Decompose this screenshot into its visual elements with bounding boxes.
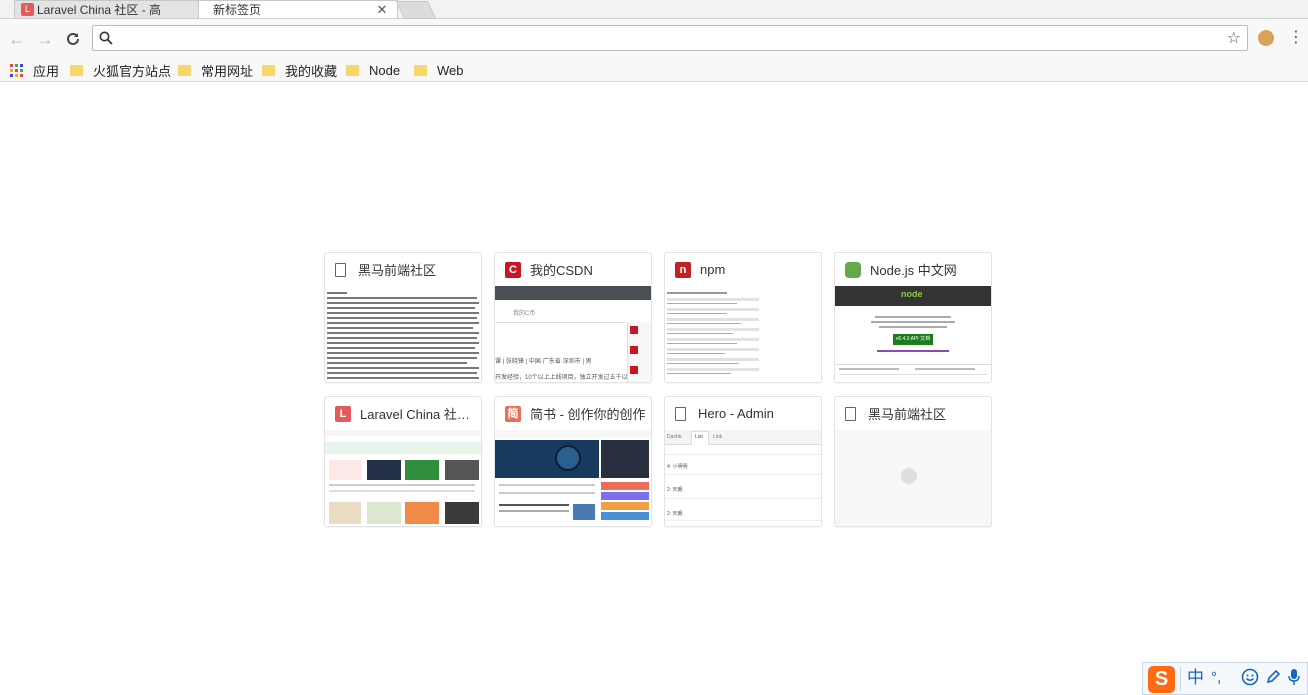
bookmark-folder[interactable]: Web	[414, 61, 464, 79]
emoji-icon[interactable]	[1241, 668, 1259, 691]
bookmark-label: 我的收藏	[285, 63, 338, 79]
tile-header: n npm	[665, 253, 821, 286]
folder-icon	[262, 64, 275, 76]
tile-title: 黑马前端社区	[358, 263, 437, 278]
folder-icon	[414, 64, 427, 76]
tab-new-tab[interactable]: 新标签页 ✕	[198, 0, 398, 18]
tile-thumbnail	[835, 430, 991, 526]
bookmark-folder[interactable]: 火狐官方站点	[70, 61, 171, 79]
toolbar: ← → ☆ ⋮	[0, 19, 1308, 59]
thumb-text: 开发经验，10个以上上线项目，独立开发过五千以上的	[495, 375, 640, 381]
nodejs-icon	[845, 261, 861, 278]
tab-strip: L Laravel China 社区 - 高 新标签页 ✕	[0, 0, 1308, 19]
bookmark-apps[interactable]: 应用	[10, 61, 59, 79]
ime-punctuation-toggle[interactable]: °,	[1211, 668, 1221, 688]
tile-header: 黑马前端社区	[325, 253, 481, 286]
bookmark-folder[interactable]: 常用网址	[178, 61, 253, 79]
bookmark-label: 常用网址	[201, 63, 254, 79]
pen-icon[interactable]	[1265, 668, 1281, 691]
tile-thumbnail: node v6.4.0 API 文档	[835, 286, 991, 382]
jianshu-icon: 简	[505, 405, 521, 422]
tile-thumbnail: Dashb List Link 4: 小明明 2: 天朗 2: 天朗	[665, 430, 821, 526]
tile-header: 黑马前端社区	[835, 397, 991, 430]
api-doc-button: v6.4.0 API 文档	[893, 334, 933, 345]
tile-title: 简书 - 创作你的创作	[530, 407, 646, 422]
most-visited-tile[interactable]: L Laravel China 社区 ...	[325, 397, 481, 526]
tab-title: 新标签页	[213, 3, 262, 17]
tile-thumbnail	[325, 430, 481, 526]
tile-thumbnail: 我的C币 课 | 张晓锋 | 中国·广东省·深圳市 | 男 开发经验，10个以上…	[495, 286, 651, 382]
folder-icon	[178, 64, 191, 76]
bookmark-folder[interactable]: Node	[346, 61, 400, 79]
tile-title: 我的CSDN	[530, 263, 593, 278]
tile-header: C 我的CSDN	[495, 253, 651, 286]
code-thumbnail	[327, 292, 479, 379]
npm-thumbnail	[667, 292, 759, 374]
node-logo: node	[901, 289, 923, 299]
mic-icon[interactable]	[1287, 668, 1301, 691]
loading-icon	[901, 468, 917, 484]
menu-icon[interactable]: ⋮	[1288, 29, 1304, 47]
folder-icon	[70, 64, 83, 76]
most-visited-tile[interactable]: C 我的CSDN 我的C币 课 | 张晓锋 | 中国·广东省·深圳市 | 男 开…	[495, 253, 651, 382]
bookmark-label: Web	[437, 62, 464, 78]
tab-laravel[interactable]: L Laravel China 社区 - 高	[14, 0, 204, 18]
most-visited-tile[interactable]: n npm	[665, 253, 821, 382]
tile-title: Laravel China 社区 ...	[360, 407, 481, 422]
tile-title: Node.js 中文网	[870, 263, 957, 278]
bookmark-label: 应用	[33, 63, 60, 79]
thumb-text: 课 | 张晓锋 | 中国·广东省·深圳市 | 男	[495, 359, 592, 365]
ime-language-toggle[interactable]: 中	[1187, 668, 1204, 688]
bookmarks-bar: 应用 火狐官方站点 常用网址 我的收藏 Node Web	[0, 59, 1308, 82]
tile-header: Node.js 中文网	[835, 253, 991, 286]
npm-icon: n	[675, 261, 691, 278]
thumb-text: 2: 天朗	[667, 511, 683, 517]
thumb-text: 4: 小明明	[667, 464, 688, 470]
tile-header: 简 简书 - 创作你的创作	[495, 397, 651, 430]
sogou-logo-icon[interactable]: S	[1148, 666, 1175, 693]
folder-icon	[346, 64, 359, 76]
most-visited-tile[interactable]: 黑马前端社区	[325, 253, 481, 382]
address-input[interactable]	[121, 29, 1225, 49]
ime-toolbar: S 中 °,	[1142, 662, 1308, 695]
arrow-left-icon[interactable]: ←	[6, 28, 28, 50]
arrow-right-icon[interactable]: →	[34, 28, 56, 50]
laravel-icon: L	[21, 3, 34, 16]
tile-thumbnail	[495, 430, 651, 526]
new-tab-button[interactable]	[395, 1, 437, 19]
page-icon	[335, 262, 346, 277]
tile-header: Hero - Admin	[665, 397, 821, 430]
bookmark-folder[interactable]: 我的收藏	[262, 61, 337, 79]
tile-header: L Laravel China 社区 ...	[325, 397, 481, 430]
thumb-text: Dashb	[667, 434, 682, 440]
close-icon[interactable]: ✕	[375, 2, 389, 18]
laravel-icon: L	[335, 405, 351, 422]
apps-icon	[10, 63, 23, 77]
tile-thumbnail	[665, 286, 821, 382]
most-visited-tile[interactable]: Hero - Admin Dashb List Link 4: 小明明 2: 天…	[665, 397, 821, 526]
tile-title: Hero - Admin	[698, 406, 774, 421]
bookmark-label: 火狐官方站点	[93, 63, 172, 79]
thumb-text: 我的C币	[513, 311, 536, 317]
address-bar[interactable]: ☆	[92, 25, 1248, 51]
reload-icon[interactable]	[62, 28, 84, 50]
most-visited-tile[interactable]: Node.js 中文网 node v6.4.0 API 文档	[835, 253, 991, 382]
most-visited-tile[interactable]: 黑马前端社区	[835, 397, 991, 526]
tile-thumbnail	[325, 286, 481, 382]
thumb-text: Link	[713, 434, 723, 440]
tile-title: 黑马前端社区	[868, 407, 947, 422]
page-icon	[845, 406, 856, 421]
thumb-text: List	[695, 434, 703, 440]
page-icon	[675, 406, 686, 421]
bookmark-label: Node	[369, 62, 401, 78]
thumb-text: 2: 天朗	[667, 487, 683, 493]
tab-title: Laravel China 社区 - 高	[37, 3, 162, 17]
most-visited-tile[interactable]: 简 简书 - 创作你的创作	[495, 397, 651, 526]
bookmark-star-icon[interactable]: ☆	[1227, 28, 1241, 48]
tile-title: npm	[700, 262, 726, 277]
search-icon	[99, 31, 113, 45]
csdn-icon: C	[505, 261, 521, 278]
cookie-extension-icon[interactable]	[1258, 30, 1274, 46]
